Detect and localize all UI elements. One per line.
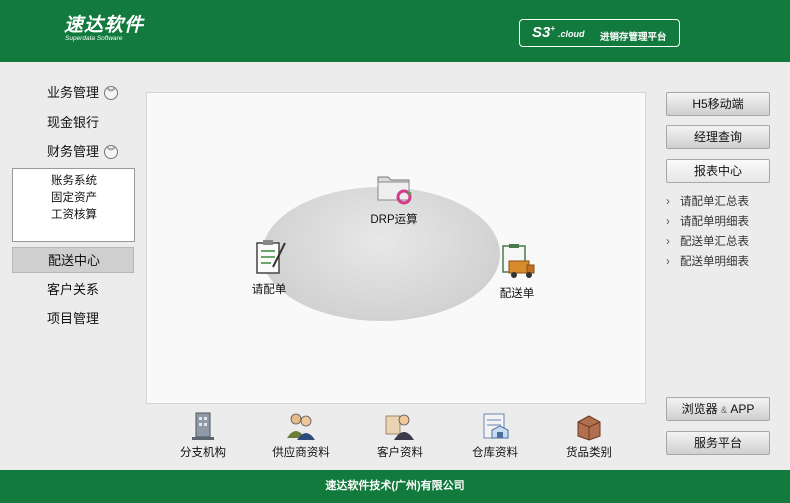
manager-query-button[interactable]: 经理查询 [666,125,770,149]
branch-org-label: 分支机构 [180,447,226,459]
chevron-right-icon: › [666,216,670,228]
browser-app-button[interactable]: 浏览器 & APP [666,397,770,421]
nav-cash-bank[interactable]: 现金银行 [12,110,134,136]
platform-badge: S3+ .cloud 进销存管理平台 [519,19,680,47]
request-order-label: 请配单 [251,284,287,296]
supplier-info-shortcut[interactable]: 供应商资料 [256,410,346,460]
nav-finance-management[interactable]: 财务管理 ︾ [12,139,134,165]
supplier-info-label: 供应商资料 [272,447,330,459]
top-header: 速达软件 Superdata Software S3+ .cloud 进销存管理… [0,0,790,62]
goods-category-label: 货品类别 [566,447,612,459]
report-link-request-summary[interactable]: › 请配单汇总表 [666,194,749,210]
platform-name: 进销存管理平台 [600,32,667,43]
report-link-delivery-summary[interactable]: › 配送单汇总表 [666,234,749,250]
chevron-right-icon: › [666,236,670,248]
report-center-button[interactable]: 报表中心 [666,159,770,183]
submenu-item-accounting[interactable]: 账务系统 [13,173,134,190]
delivery-truck-icon [502,244,535,278]
goods-category-shortcut[interactable]: 货品类别 [544,410,634,460]
delivery-order-node[interactable]: 配送单 [487,241,547,301]
platform-s3-text: S3+ [532,24,556,41]
report-link-request-detail[interactable]: › 请配单明细表 [666,214,749,230]
customer-info-label: 客户资料 [377,447,423,459]
drp-calc-node[interactable]: DRP运算 [359,167,429,227]
branch-building-icon [192,412,214,440]
report-link-delivery-detail[interactable]: › 配送单明细表 [666,254,749,270]
customer-person-icon [385,414,414,440]
branch-org-shortcut[interactable]: 分支机构 [158,410,248,460]
clipboard-pen-icon [256,240,286,274]
nav-business-management[interactable]: 业务管理 ︾ [12,80,134,106]
expand-chevron-icon[interactable]: ︾ [104,86,118,100]
distribution-flow-canvas: DRP运算 请配单 配送单 [146,92,646,404]
nav-distribution-center[interactable]: 配送中心 [12,247,134,273]
submenu-item-fixed-assets[interactable]: 固定资产 [13,190,134,207]
delivery-order-label: 配送单 [499,288,535,300]
submenu-item-payroll[interactable]: 工资核算 [13,207,134,224]
goods-box-icon [577,415,601,441]
warehouse-info-shortcut[interactable]: 仓库资料 [450,410,540,460]
expand-chevron-icon[interactable]: ︾ [104,145,118,159]
finance-submenu: 账务系统 固定资产 工资核算 [12,168,135,242]
chevron-right-icon: › [666,196,670,208]
logo-subtitle: Superdata Software [65,35,123,42]
company-logo: 速达软件 Superdata Software [64,15,144,43]
h5-mobile-button[interactable]: H5移动端 [666,92,770,116]
nav-project-management[interactable]: 项目管理 [12,306,134,332]
drp-folder-icon [377,176,412,205]
nav-customer-relations[interactable]: 客户关系 [12,277,134,303]
request-order-node[interactable]: 请配单 [239,237,299,297]
warehouse-info-label: 仓库资料 [472,447,518,459]
customer-info-shortcut[interactable]: 客户资料 [355,410,445,460]
supplier-people-icon [287,413,315,440]
platform-cloud-text: .cloud [558,29,585,39]
service-platform-button[interactable]: 服务平台 [666,431,770,455]
drp-calc-label: DRP运算 [370,214,418,226]
chevron-right-icon: › [666,256,670,268]
logo-text: 速达软件 [64,14,145,36]
footer-bar: 速达软件技术(广州)有限公司 [0,470,790,503]
footer-company-name: 速达软件技术(广州)有限公司 [325,480,465,492]
warehouse-icon [483,413,509,439]
